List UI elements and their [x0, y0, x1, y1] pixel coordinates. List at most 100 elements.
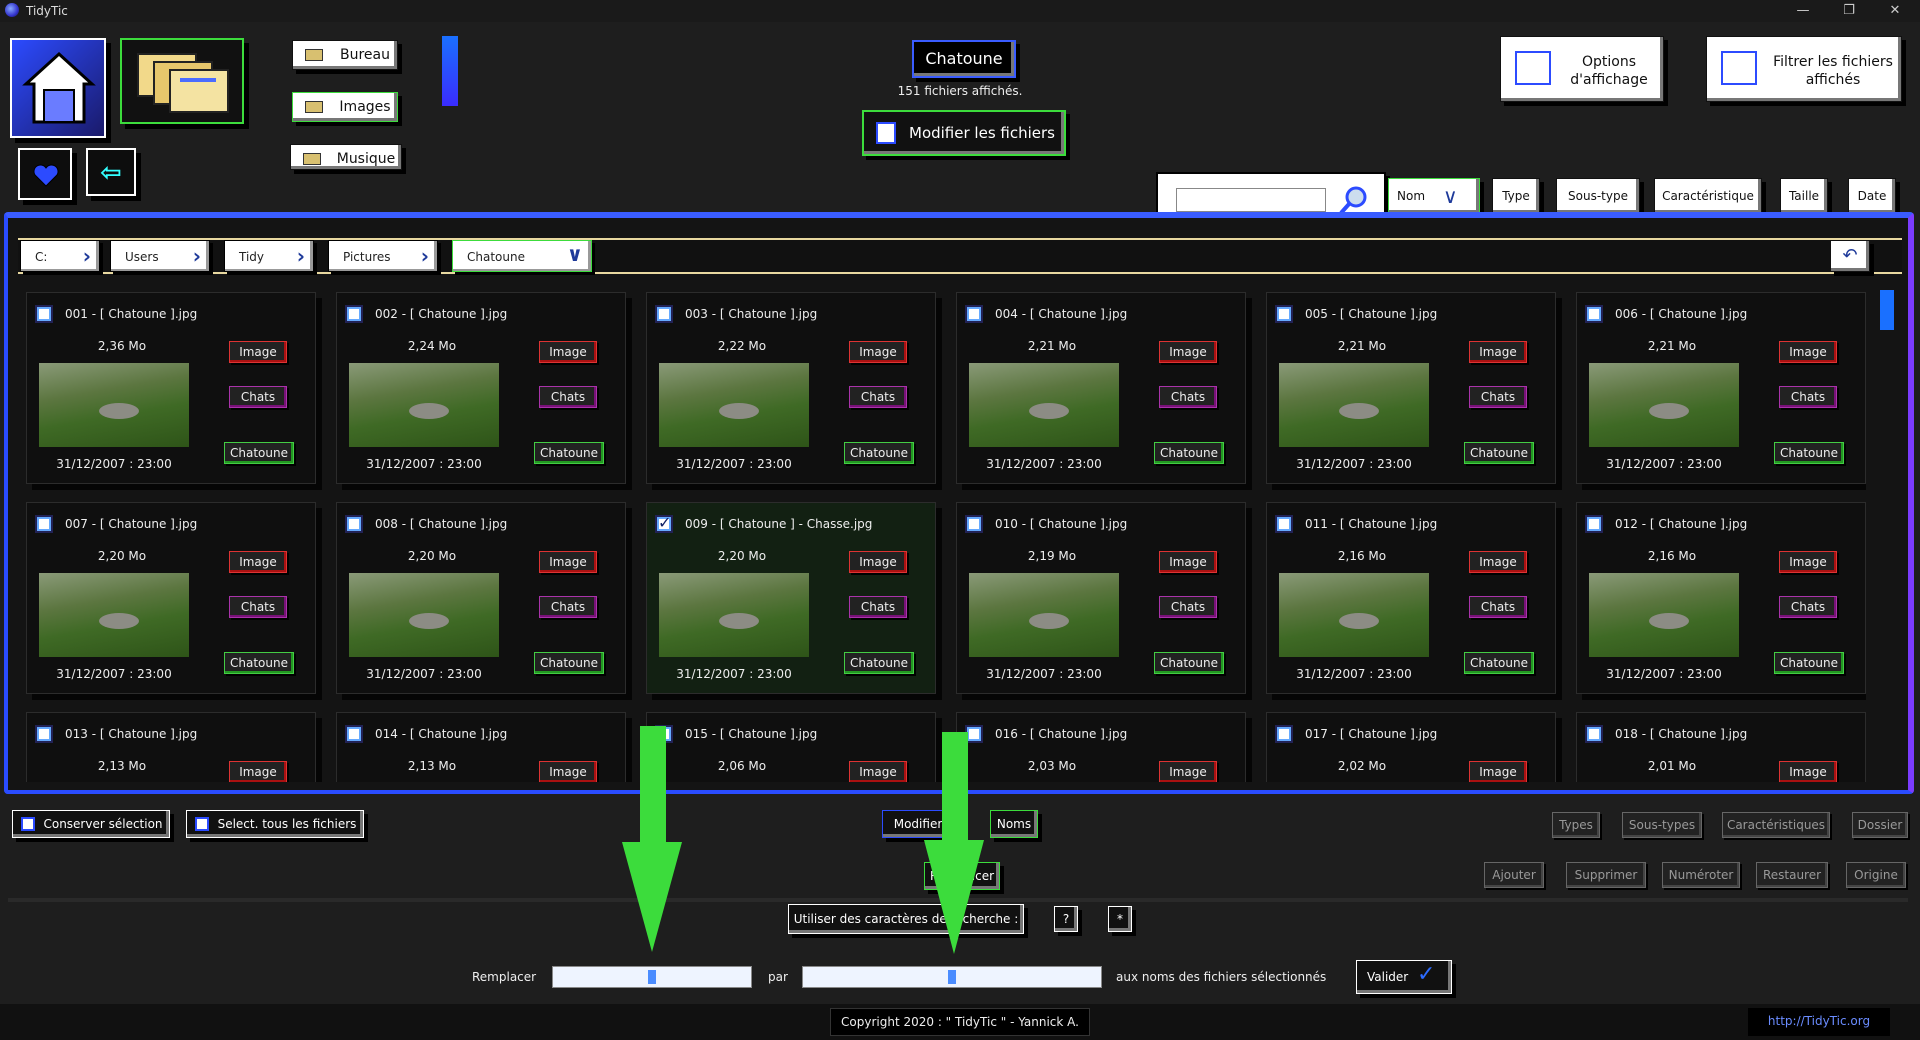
restore-tab[interactable]: Restaurer — [1756, 862, 1828, 888]
wildcard-star-button[interactable]: * — [1108, 906, 1132, 932]
file-card[interactable]: 018 - [ Chatoune ].jpg 2,01 Mo Image — [1576, 712, 1866, 782]
file-card[interactable]: 004 - [ Chatoune ].jpg 2,21 Mo Image 31/12/… — [956, 292, 1246, 484]
breadcrumb-pictures[interactable]: Pictures › — [328, 240, 438, 272]
minimize-button[interactable]: — — [1780, 0, 1826, 22]
subtypes-tab[interactable]: Sous-types — [1622, 812, 1702, 838]
file-checkbox[interactable] — [1585, 725, 1603, 743]
favorites-button[interactable] — [18, 148, 72, 200]
undo-button[interactable]: ↶ — [1830, 240, 1870, 272]
file-thumbnail[interactable] — [1279, 573, 1429, 657]
file-type-badge[interactable]: Image — [539, 551, 597, 573]
folder-shortcut-images[interactable]: Images — [292, 92, 398, 122]
file-thumbnail[interactable] — [39, 573, 189, 657]
file-type-badge[interactable]: Image — [1159, 341, 1217, 363]
file-type-badge[interactable]: Image — [849, 341, 907, 363]
shortcut-scrollbar[interactable] — [442, 36, 458, 106]
sort-date-button[interactable]: Date — [1848, 178, 1896, 214]
file-card[interactable]: 011 - [ Chatoune ].jpg 2,16 Mo Image 31/12/… — [1266, 502, 1556, 694]
number-tab[interactable]: Numéroter — [1662, 862, 1740, 888]
file-type-badge[interactable]: Image — [229, 761, 287, 782]
file-type-badge[interactable]: Image — [539, 341, 597, 363]
sort-type-button[interactable]: Type — [1492, 178, 1540, 214]
file-thumbnail[interactable] — [1279, 363, 1429, 447]
file-tag-badge[interactable]: Chatoune — [224, 442, 294, 464]
file-card[interactable]: 014 - [ Chatoune ].jpg 2,13 Mo Image — [336, 712, 626, 782]
file-checkbox[interactable] — [965, 305, 983, 323]
file-type-badge[interactable]: Image — [1779, 761, 1837, 782]
file-tag-badge[interactable]: Chatoune — [1774, 442, 1844, 464]
file-card[interactable]: 012 - [ Chatoune ].jpg 2,16 Mo Image 31/12/… — [1576, 502, 1866, 694]
file-card[interactable]: 006 - [ Chatoune ].jpg 2,21 Mo Image 31/12/… — [1576, 292, 1866, 484]
file-checkbox[interactable] — [345, 305, 363, 323]
file-card[interactable]: 005 - [ Chatoune ].jpg 2,21 Mo Image 31/12/… — [1266, 292, 1556, 484]
origin-tab[interactable]: Origine — [1846, 862, 1906, 888]
close-button[interactable]: ✕ — [1872, 0, 1918, 22]
wildcard-question-button[interactable]: ? — [1054, 906, 1078, 932]
file-thumbnail[interactable] — [349, 573, 499, 657]
file-card[interactable]: 009 - [ Chatoune ] - Chasse.jpg 2,20 Mo Im… — [646, 502, 936, 694]
types-tab[interactable]: Types — [1552, 812, 1600, 838]
file-thumbnail[interactable] — [969, 363, 1119, 447]
file-thumbnail[interactable] — [1589, 573, 1739, 657]
wildcards-button[interactable]: Utiliser des caractères de recherche : — [788, 904, 1024, 934]
display-options-button[interactable]: Options d'affichage — [1500, 36, 1664, 102]
file-type-badge[interactable]: Image — [1779, 551, 1837, 573]
file-thumbnail[interactable] — [969, 573, 1119, 657]
file-thumbnail[interactable] — [39, 363, 189, 447]
file-tag-badge[interactable]: Chatoune — [534, 652, 604, 674]
file-subtype-badge[interactable]: Chats — [1159, 596, 1217, 618]
folder-shortcut-musique[interactable]: Musique — [290, 144, 402, 170]
file-card[interactable]: 008 - [ Chatoune ].jpg 2,20 Mo Image 31/12/… — [336, 502, 626, 694]
file-type-badge[interactable]: Image — [1159, 551, 1217, 573]
file-checkbox[interactable] — [1275, 305, 1293, 323]
file-type-badge[interactable]: Image — [1469, 761, 1527, 782]
file-tag-badge[interactable]: Chatoune — [224, 652, 294, 674]
file-card[interactable]: 017 - [ Chatoune ].jpg 2,02 Mo Image — [1266, 712, 1556, 782]
file-tag-badge[interactable]: Chatoune — [534, 442, 604, 464]
file-checkbox[interactable] — [345, 725, 363, 743]
file-tag-badge[interactable]: Chatoune — [844, 442, 914, 464]
file-checkbox[interactable] — [965, 515, 983, 533]
back-button[interactable]: ⇦ — [86, 148, 136, 196]
file-checkbox[interactable] — [345, 515, 363, 533]
breadcrumb-tidy[interactable]: Tidy › — [224, 240, 314, 272]
file-subtype-badge[interactable]: Chats — [229, 596, 287, 618]
file-checkbox[interactable] — [35, 725, 53, 743]
file-thumbnail[interactable] — [1589, 363, 1739, 447]
search-input[interactable] — [1176, 188, 1326, 212]
folder-tab[interactable]: Dossier — [1852, 812, 1908, 838]
modify-files-button[interactable]: Modifier les fichiers — [862, 110, 1066, 156]
file-card[interactable]: 001 - [ Chatoune ].jpg 2,36 Mo Image 31/12/… — [26, 292, 316, 484]
breadcrumb-users[interactable]: Users › — [110, 240, 210, 272]
file-tag-badge[interactable]: Chatoune — [844, 652, 914, 674]
file-checkbox[interactable] — [35, 305, 53, 323]
file-thumbnail[interactable] — [349, 363, 499, 447]
file-checkbox[interactable] — [655, 305, 673, 323]
file-checkbox[interactable] — [1275, 725, 1293, 743]
filter-files-button[interactable]: Filtrer les fichiers affichés — [1706, 36, 1902, 102]
file-tag-badge[interactable]: Chatoune — [1464, 442, 1534, 464]
keep-selection-button[interactable]: Conserver sélection — [12, 810, 170, 838]
noms-tab[interactable]: Noms — [990, 810, 1038, 838]
file-card[interactable]: 010 - [ Chatoune ].jpg 2,19 Mo Image 31/12/… — [956, 502, 1246, 694]
sort-characteristic-button[interactable]: Caractéristique — [1654, 178, 1762, 214]
file-card[interactable]: 003 - [ Chatoune ].jpg 2,22 Mo Image 31/12/… — [646, 292, 936, 484]
file-card[interactable]: 015 - [ Chatoune ].jpg 2,06 Mo Image — [646, 712, 936, 782]
file-subtype-badge[interactable]: Chats — [849, 596, 907, 618]
file-subtype-badge[interactable]: Chats — [1779, 386, 1837, 408]
file-type-badge[interactable]: Image — [1469, 551, 1527, 573]
file-type-badge[interactable]: Image — [1469, 341, 1527, 363]
file-checkbox[interactable] — [1585, 305, 1603, 323]
file-subtype-badge[interactable]: Chats — [539, 386, 597, 408]
add-tab[interactable]: Ajouter — [1484, 862, 1544, 888]
select-all-button[interactable]: Select. tous les fichiers — [186, 810, 364, 838]
file-card[interactable]: 002 - [ Chatoune ].jpg 2,24 Mo Image 31/12/… — [336, 292, 626, 484]
file-card[interactable]: 007 - [ Chatoune ].jpg 2,20 Mo Image 31/12/… — [26, 502, 316, 694]
file-checkbox[interactable] — [1585, 515, 1603, 533]
file-tag-badge[interactable]: Chatoune — [1774, 652, 1844, 674]
file-card[interactable]: 013 - [ Chatoune ].jpg 2,13 Mo Image — [26, 712, 316, 782]
file-scrollbar-thumb[interactable] — [1880, 290, 1894, 330]
file-thumbnail[interactable] — [659, 363, 809, 447]
file-subtype-badge[interactable]: Chats — [1779, 596, 1837, 618]
file-checkbox[interactable] — [35, 515, 53, 533]
